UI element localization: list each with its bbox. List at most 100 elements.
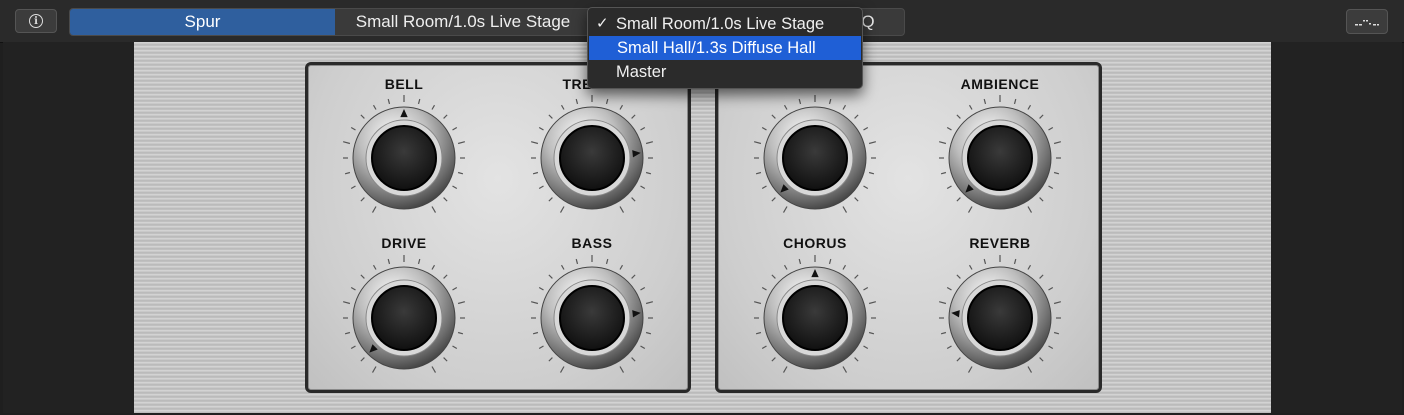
knob-tick: [575, 98, 579, 105]
knob-tick: [1048, 185, 1054, 190]
knob-tick: [983, 258, 987, 265]
knob-graphic: [530, 255, 654, 373]
knob-tick: [548, 274, 553, 279]
knob-tick: [431, 104, 436, 110]
chorus-knob[interactable]: [750, 253, 880, 383]
knob-tick: [342, 141, 351, 145]
knob-tick: [956, 357, 961, 362]
knob-tick: [1053, 141, 1062, 145]
ambience-label: AMBIENCE: [960, 76, 1040, 92]
knob-tick: [940, 171, 947, 175]
knob-tick: [387, 258, 391, 265]
knob-tick: [956, 274, 961, 279]
reverb-knob[interactable]: [935, 253, 1065, 383]
knob-graphic: [342, 95, 466, 213]
knob-tick: [640, 126, 646, 131]
knob-tick: [605, 258, 609, 265]
knob-tick: [645, 331, 652, 335]
knob-tick: [798, 258, 802, 265]
info-button[interactable]: i: [15, 9, 57, 33]
knob-tick: [350, 126, 356, 131]
knob-tick: [1039, 274, 1044, 279]
menu-item-small-room[interactable]: ✓ Small Room/1.0s Live Stage: [588, 12, 862, 36]
knob-tick: [771, 114, 776, 119]
knob-tick: [457, 301, 466, 305]
knob-tick: [560, 264, 565, 270]
knob-tick: [967, 206, 973, 213]
knob-tick: [1027, 264, 1032, 270]
knob-tick: [761, 185, 767, 190]
knob-tick: [532, 331, 539, 335]
knob-tick: [538, 345, 544, 350]
knob-cap: [371, 125, 437, 191]
knob-tick: [605, 98, 609, 105]
knob-cap: [782, 285, 848, 351]
knob-tick: [863, 345, 869, 350]
knob-tick: [1027, 366, 1033, 373]
knob-tick: [946, 185, 952, 190]
knob-tick: [443, 114, 448, 119]
bell-label: BELL: [384, 76, 424, 92]
knob-tick: [753, 301, 762, 305]
knob-tick: [538, 286, 544, 291]
knob-tick: [761, 126, 767, 131]
knob-graphic: [938, 255, 1062, 373]
tab-spur[interactable]: Spur: [70, 9, 335, 35]
view-menu-button[interactable]: [1346, 9, 1388, 34]
knob-tick: [783, 104, 788, 110]
knob-tick: [452, 345, 458, 350]
knob-tick: [783, 264, 788, 270]
preset-dropdown-menu: ✓ Small Room/1.0s Live Stage Small Hall/…: [587, 7, 863, 89]
knob-graphic: [753, 95, 877, 213]
ambience-knob[interactable]: [935, 93, 1065, 223]
knob-tick: [431, 206, 437, 213]
knob-cap: [782, 125, 848, 191]
bell-knob[interactable]: [339, 93, 469, 223]
knob-tick: [417, 98, 421, 105]
knob-cap: [559, 285, 625, 351]
knob-tick: [854, 114, 859, 119]
knob-tick: [868, 331, 875, 335]
knob-tick: [782, 366, 788, 373]
knob-tick: [1013, 98, 1017, 105]
knob-tick: [828, 98, 832, 105]
tab-preset[interactable]: Small Room/1.0s Live Stage: [335, 9, 591, 35]
bass-knob[interactable]: [527, 253, 657, 383]
right-side-rail: [1271, 42, 1402, 413]
reverb-label: REVERB: [969, 235, 1031, 251]
bass-label: BASS: [571, 235, 613, 251]
knob-tick: [1053, 331, 1060, 335]
knob-tick: [946, 345, 952, 350]
knob-tick: [530, 141, 539, 145]
knob-tick: [548, 197, 553, 202]
knob-tick: [560, 104, 565, 110]
knob-cap: [967, 125, 1033, 191]
knob-tick: [538, 185, 544, 190]
knob-tick: [548, 357, 553, 362]
knob-graphic: [342, 255, 466, 373]
knob-tick: [645, 171, 652, 175]
drive-knob[interactable]: [339, 253, 469, 383]
treble-knob[interactable]: [527, 93, 657, 223]
unlabeled-knob[interactable]: [750, 93, 880, 223]
knob-tick: [443, 274, 448, 279]
knob-tick: [946, 286, 952, 291]
menu-item-small-hall[interactable]: Small Hall/1.3s Diffuse Hall: [589, 36, 861, 60]
knob-tick: [1039, 114, 1044, 119]
knob-tick: [771, 274, 776, 279]
knob-tick: [828, 258, 832, 265]
knob-tick: [868, 171, 875, 175]
knob-tick: [457, 141, 466, 145]
knob-tick: [842, 206, 848, 213]
knob-tick: [938, 141, 947, 145]
checkmark-icon: ✓: [596, 15, 609, 32]
knob-graphic: [753, 255, 877, 373]
menu-item-label: Small Hall/1.3s Diffuse Hall: [617, 39, 816, 57]
knob-tick: [1053, 171, 1060, 175]
menu-item-master[interactable]: Master: [588, 60, 862, 84]
knob-cap: [559, 125, 625, 191]
knob-graphic: [530, 95, 654, 213]
knob-tick: [350, 185, 356, 190]
knob-tick: [360, 114, 365, 119]
knob-tick: [431, 366, 437, 373]
